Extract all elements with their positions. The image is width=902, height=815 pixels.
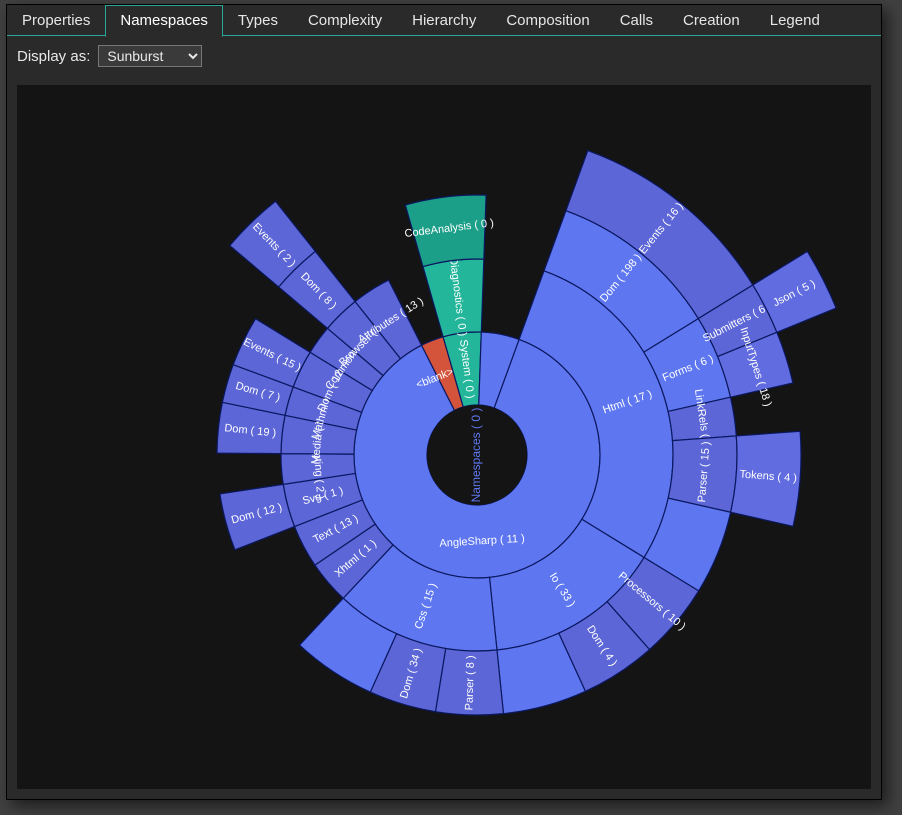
tab-composition[interactable]: Composition bbox=[491, 5, 604, 36]
display-row: Display as: Sunburst bbox=[7, 36, 881, 72]
tab-hierarchy[interactable]: Hierarchy bbox=[397, 5, 491, 36]
display-as-label: Display as: bbox=[17, 48, 90, 65]
sunburst-segment[interactable]: Dom ( 12 ) bbox=[220, 484, 295, 550]
tab-types[interactable]: Types bbox=[223, 5, 293, 36]
tab-legend[interactable]: Legend bbox=[755, 5, 835, 36]
tab-complexity[interactable]: Complexity bbox=[293, 5, 397, 36]
sunburst-segment[interactable]: Diagnostics ( 0 ) bbox=[423, 257, 484, 337]
tab-namespaces[interactable]: Namespaces bbox=[105, 5, 223, 37]
sunburst-segment[interactable]: Tokens ( 4 ) bbox=[731, 431, 801, 526]
display-as-select[interactable]: Sunburst bbox=[98, 45, 202, 67]
sunburst-chart[interactable]: AngleSharp ( 11 )Html ( 17 )Dom ( 198 )E… bbox=[17, 85, 871, 789]
panel: PropertiesNamespacesTypesComplexityHiera… bbox=[6, 4, 882, 800]
tab-properties[interactable]: Properties bbox=[7, 5, 105, 36]
tab-calls[interactable]: Calls bbox=[605, 5, 668, 36]
sunburst-segment[interactable]: CodeAnalysis ( 0 ) bbox=[404, 195, 495, 267]
sunburst-center-label: Namespaces ( 0 ) bbox=[469, 408, 483, 503]
sunburst-segment[interactable]: Parser ( 8 ) bbox=[435, 648, 503, 715]
chart-shell: AngleSharp ( 11 )Html ( 17 )Dom ( 198 )E… bbox=[17, 85, 871, 789]
tab-strip: PropertiesNamespacesTypesComplexityHiera… bbox=[7, 5, 881, 36]
tab-creation[interactable]: Creation bbox=[668, 5, 755, 36]
